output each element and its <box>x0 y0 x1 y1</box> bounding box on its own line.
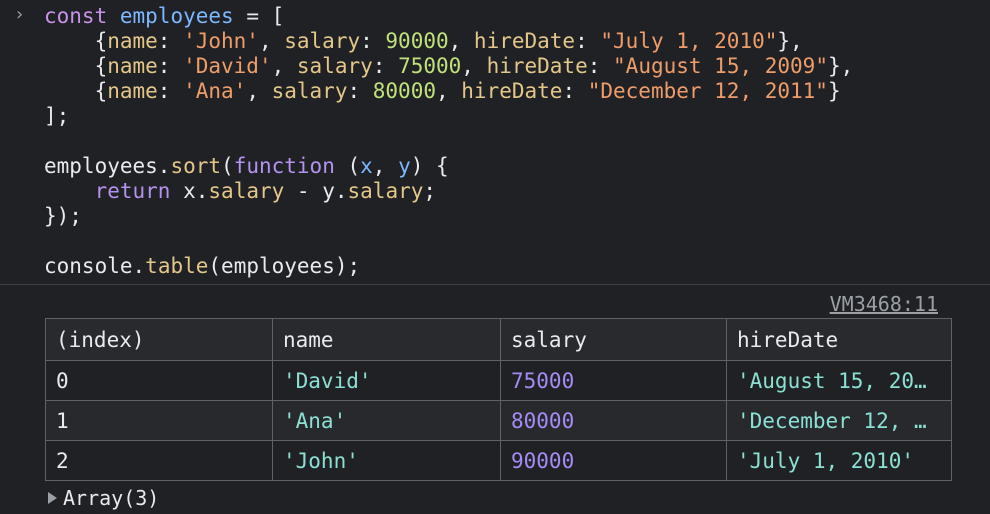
string-literal: "August 15, 2009" <box>613 54 828 78</box>
param: x <box>360 154 373 178</box>
output-divider <box>0 284 990 285</box>
method-name: sort <box>170 154 222 178</box>
hiredate-cell: 'August 15, 20… <box>726 360 952 401</box>
argument: employees <box>221 254 335 278</box>
code-line: {name: 'David', salary: 75000, hireDate:… <box>44 54 854 78</box>
property: salary <box>208 179 285 203</box>
code-line: {name: 'John', salary: 90000, hireDate: … <box>44 29 803 53</box>
table-row: 2 'John' 90000 'July 1, 2010' <box>45 440 952 481</box>
prompt-chevron-icon: › <box>14 4 25 25</box>
string-literal: 'John' <box>183 29 259 53</box>
method-name: table <box>145 254 209 278</box>
name-cell: 'Ana' <box>272 400 501 441</box>
name-cell: 'John' <box>272 440 501 481</box>
bracket: [ <box>271 4 285 28</box>
operand: y <box>322 179 335 203</box>
salary-cell: 80000 <box>500 400 727 441</box>
index-cell: 1 <box>45 400 273 441</box>
table-row: 1 'Ana' 80000 'December 12, … <box>45 400 952 441</box>
expand-triangle-icon[interactable] <box>48 492 57 504</box>
array-expander[interactable]: Array(3) <box>48 486 159 510</box>
string-literal: "July 1, 2010" <box>600 29 778 53</box>
column-header-hiredate[interactable]: hireDate <box>726 318 952 361</box>
code-line: {name: 'Ana', salary: 80000, hireDate: "… <box>44 79 841 103</box>
number-literal: 90000 <box>385 29 449 53</box>
operator: = <box>233 4 272 28</box>
hiredate-cell: 'July 1, 2010' <box>726 440 952 481</box>
keyword: return <box>94 179 171 203</box>
property: salary <box>347 179 424 203</box>
keyword: const <box>44 4 108 28</box>
object-name: employees <box>44 154 158 178</box>
hiredate-cell: 'December 12, … <box>726 400 952 441</box>
operand: x <box>183 179 196 203</box>
keyword: function <box>233 154 335 178</box>
code-line: console.table(employees); <box>44 254 361 278</box>
index-cell: 0 <box>45 360 273 401</box>
column-header-name[interactable]: name <box>272 318 501 361</box>
code-line: ]; <box>44 104 70 128</box>
code-line: }); <box>44 204 82 228</box>
array-summary: Array(3) <box>63 486 160 510</box>
object-name: console <box>44 254 133 278</box>
salary-cell: 75000 <box>500 360 727 401</box>
code-line: const employees = [ <box>44 4 853 29</box>
column-header-salary[interactable]: salary <box>500 318 727 361</box>
number-literal: 80000 <box>372 79 436 103</box>
string-literal: 'Ana' <box>183 79 247 103</box>
index-cell: 2 <box>45 440 273 481</box>
table-row: 0 'David' 75000 'August 15, 20… <box>45 360 952 401</box>
param: y <box>398 154 411 178</box>
string-literal: "December 12, 2011" <box>587 79 828 103</box>
code-line: employees.sort(function (x, y) { <box>44 154 449 178</box>
number-literal: 75000 <box>398 54 462 78</box>
console-table: (index) name salary hireDate 0 'David' 7… <box>45 318 952 481</box>
table-header-row: (index) name salary hireDate <box>45 318 952 361</box>
source-link[interactable]: VM3468:11 <box>830 292 938 316</box>
string-literal: 'David' <box>183 54 272 78</box>
variable-name: employees <box>119 4 234 28</box>
code-line: return x.salary - y.salary; <box>94 179 437 203</box>
column-header-index[interactable]: (index) <box>45 318 273 361</box>
name-cell: 'David' <box>272 360 501 401</box>
code-input-block: const employees = [ {name: 'John', salar… <box>44 4 853 279</box>
salary-cell: 90000 <box>500 440 727 481</box>
